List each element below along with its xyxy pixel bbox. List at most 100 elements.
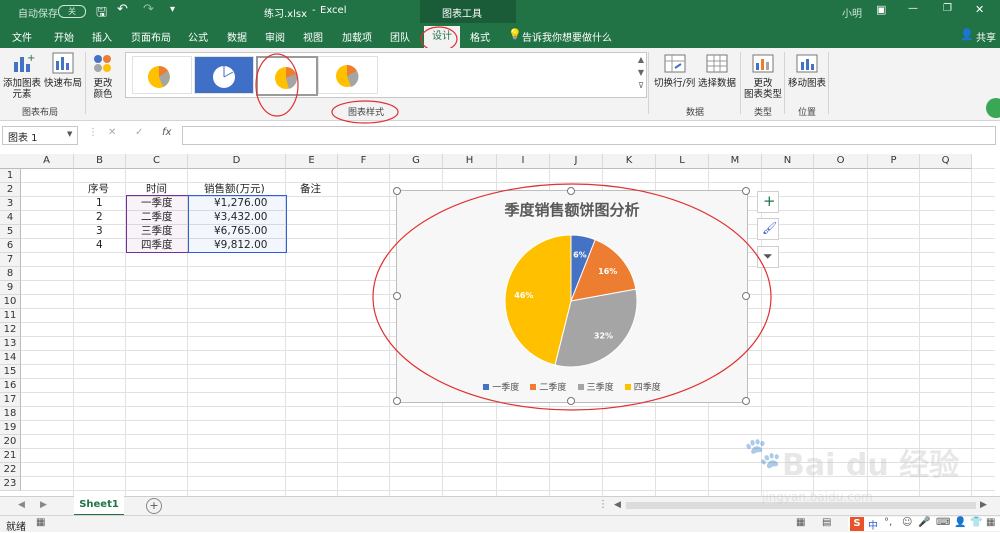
tab-format[interactable]: 格式 xyxy=(470,29,490,44)
header-seq[interactable]: 序号 xyxy=(88,182,109,196)
ime-voice-icon[interactable]: 🎤 xyxy=(918,517,930,528)
sheet-scroll-left-icon[interactable]: ◀ xyxy=(18,500,25,510)
move-chart-button[interactable]: 移动图表 xyxy=(788,78,826,89)
chart-style-thumb-2[interactable] xyxy=(194,56,254,94)
tab-view[interactable]: 视图 xyxy=(303,29,323,44)
change-chart-type-button[interactable]: 更改 图表类型 xyxy=(744,78,782,100)
ime-skin-icon[interactable]: 👤 xyxy=(954,517,966,528)
name-box[interactable]: 图表 1 ▼ xyxy=(2,126,78,145)
column-header-H[interactable]: H xyxy=(443,154,497,169)
quick-layout-button[interactable]: 快速布局 xyxy=(42,78,84,89)
minimize-icon[interactable]: — xyxy=(908,3,918,14)
row-header-12[interactable]: 12 xyxy=(0,323,21,337)
row-header-4[interactable]: 4 xyxy=(0,211,21,225)
column-header-G[interactable]: G xyxy=(390,154,443,169)
name-box-dropdown-icon[interactable]: ▼ xyxy=(67,130,72,138)
change-colors-button[interactable]: 更改 颜色 xyxy=(88,78,118,100)
ime-shirt-icon[interactable]: 👕 xyxy=(970,517,982,528)
column-header-K[interactable]: K xyxy=(603,154,656,169)
ime-emoji-icon[interactable]: ☺ xyxy=(902,517,912,528)
column-header-L[interactable]: L xyxy=(656,154,709,169)
autosave-toggle[interactable]: 关 xyxy=(58,5,86,18)
move-chart-icon[interactable] xyxy=(796,54,818,74)
change-chart-type-icon[interactable] xyxy=(752,54,774,74)
close-icon[interactable]: ✕ xyxy=(975,3,984,16)
sheet-tab-sheet1[interactable]: Sheet1 xyxy=(74,496,124,516)
row-header-6[interactable]: 6 xyxy=(0,239,21,253)
column-header-Q[interactable]: Q xyxy=(920,154,972,169)
column-header-I[interactable]: I xyxy=(497,154,550,169)
hscroll-left-icon[interactable]: ◀ xyxy=(614,500,621,510)
cell-seq-4[interactable]: 4 xyxy=(96,238,103,252)
gallery-more-icon[interactable]: ⊽ xyxy=(638,81,644,90)
row-header-16[interactable]: 16 xyxy=(0,379,21,393)
switch-row-column-icon[interactable] xyxy=(664,54,686,74)
save-icon[interactable]: 🖫 xyxy=(96,3,107,25)
column-header-M[interactable]: M xyxy=(709,154,762,169)
row-header-23[interactable]: 23 xyxy=(0,477,21,491)
sogou-ime-icon[interactable]: S xyxy=(850,517,864,531)
fx-icon[interactable]: fx xyxy=(162,127,171,138)
add-chart-element-button[interactable]: 添加图表 元素 xyxy=(2,78,42,100)
row-header-21[interactable]: 21 xyxy=(0,449,21,463)
cell-seq-3[interactable]: 3 xyxy=(96,224,103,238)
row-header-9[interactable]: 9 xyxy=(0,281,21,295)
tab-team[interactable]: 团队 xyxy=(390,29,410,44)
column-header-P[interactable]: P xyxy=(868,154,920,169)
change-colors-icon[interactable] xyxy=(92,52,114,74)
user-name[interactable]: 小明 xyxy=(842,5,862,20)
maximize-icon[interactable]: ❐ xyxy=(943,3,952,14)
tab-data[interactable]: 数据 xyxy=(227,29,247,44)
row-header-3[interactable]: 3 xyxy=(0,197,21,211)
select-data-icon[interactable] xyxy=(706,54,728,74)
row-header-1[interactable]: 1 xyxy=(0,169,21,183)
header-time[interactable]: 时间 xyxy=(146,182,167,196)
ime-chinese-icon[interactable]: 中 xyxy=(868,517,878,532)
row-header-19[interactable]: 19 xyxy=(0,421,21,435)
column-header-B[interactable]: B xyxy=(74,154,126,169)
column-header-E[interactable]: E xyxy=(286,154,338,169)
normal-view-icon[interactable]: ▦ xyxy=(796,517,805,528)
column-header-C[interactable]: C xyxy=(126,154,188,169)
qat-customize-icon[interactable]: ▾ xyxy=(170,4,175,15)
row-header-14[interactable]: 14 xyxy=(0,351,21,365)
add-chart-element-icon[interactable]: + xyxy=(12,52,36,74)
share-label[interactable]: 共享 xyxy=(976,29,996,44)
chart-styles-gallery[interactable]: ▲ ▼ ⊽ xyxy=(125,52,647,98)
column-header-J[interactable]: J xyxy=(550,154,603,169)
tab-addins[interactable]: 加载项 xyxy=(342,29,372,44)
row-header-13[interactable]: 13 xyxy=(0,337,21,351)
gallery-scroll-down-icon[interactable]: ▼ xyxy=(638,68,644,77)
share-icon[interactable]: 👤 xyxy=(960,28,974,41)
select-all-corner[interactable] xyxy=(0,154,21,169)
tab-home[interactable]: 开始 xyxy=(54,29,74,44)
chart-style-thumb-1[interactable] xyxy=(132,56,192,94)
chart-style-thumb-4[interactable] xyxy=(318,56,378,94)
row-header-5[interactable]: 5 xyxy=(0,225,21,239)
quick-layout-icon[interactable] xyxy=(52,52,74,74)
redo-icon[interactable]: ↷ xyxy=(143,2,154,17)
row-header-17[interactable]: 17 xyxy=(0,393,21,407)
tab-file[interactable]: 文件 xyxy=(12,29,32,44)
row-header-11[interactable]: 11 xyxy=(0,309,21,323)
column-header-F[interactable]: F xyxy=(338,154,390,169)
column-header-N[interactable]: N xyxy=(762,154,814,169)
cell-seq-1[interactable]: 1 xyxy=(96,196,103,210)
select-data-button[interactable]: 选择数据 xyxy=(698,78,736,89)
tell-me-search[interactable]: 告诉我你想要做什么 xyxy=(522,29,612,44)
cancel-icon[interactable]: ✕ xyxy=(108,127,116,138)
header-note[interactable]: 备注 xyxy=(300,182,321,196)
row-header-10[interactable]: 10 xyxy=(0,295,21,309)
header-sales[interactable]: 销售额(万元) xyxy=(204,182,265,196)
enter-icon[interactable]: ✓ xyxy=(135,127,143,138)
row-header-7[interactable]: 7 xyxy=(0,253,21,267)
tab-page-layout[interactable]: 页面布局 xyxy=(131,29,171,44)
page-layout-view-icon[interactable]: ▤ xyxy=(822,517,831,528)
gallery-scroll-up-icon[interactable]: ▲ xyxy=(638,55,644,64)
sheet-scroll-right-icon[interactable]: ▶ xyxy=(40,500,47,510)
ribbon-display-icon[interactable]: ▣ xyxy=(876,3,886,16)
add-sheet-icon[interactable]: + xyxy=(146,498,162,514)
tab-split-handle[interactable]: ⋮ xyxy=(598,499,608,510)
row-header-8[interactable]: 8 xyxy=(0,267,21,281)
ime-punct-icon[interactable]: °, xyxy=(884,517,892,528)
